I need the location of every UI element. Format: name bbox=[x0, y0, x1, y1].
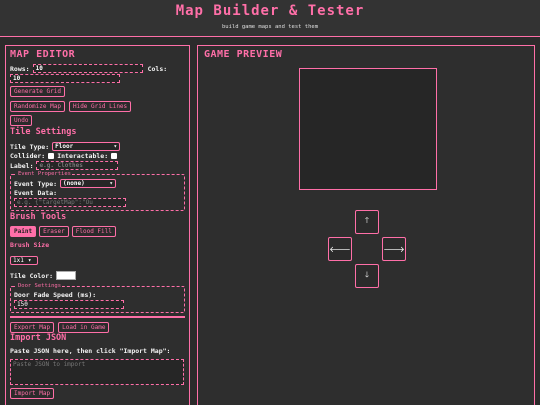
move-down-button[interactable]: 🡓 bbox=[355, 264, 379, 288]
event-type-value: (none) bbox=[63, 180, 85, 187]
game-canvas[interactable] bbox=[299, 68, 437, 190]
chevron-down-icon: ▾ bbox=[27, 257, 32, 264]
collider-label: Collider: bbox=[10, 152, 46, 160]
export-map-button[interactable]: Export Map bbox=[10, 322, 55, 333]
tile-color-picker[interactable] bbox=[56, 271, 77, 280]
brush-size-value: 1x1 bbox=[13, 257, 24, 264]
door-fade-speed-input[interactable]: 150 bbox=[14, 300, 124, 309]
arrow-left-icon: 🡐 bbox=[329, 245, 351, 254]
map-editor-panel: MAP EDITOR Rows: 10 Cols: 10 Generate Gr… bbox=[5, 45, 190, 405]
flood-fill-button[interactable]: Flood Fill bbox=[71, 226, 116, 237]
app-header: Map Builder & Tester build game maps and… bbox=[0, 0, 540, 37]
collider-checkbox[interactable] bbox=[48, 153, 55, 159]
eraser-button[interactable]: Eraser bbox=[39, 226, 69, 237]
tile-color-label: Tile Color: bbox=[10, 271, 54, 280]
move-up-button[interactable]: 🡑 bbox=[355, 210, 379, 234]
event-type-label: Event Type: bbox=[14, 179, 58, 188]
paint-button[interactable]: Paint bbox=[10, 226, 37, 237]
cols-label: Cols: bbox=[147, 64, 168, 73]
import-instructions: Paste JSON here, then click "Import Map"… bbox=[10, 347, 171, 355]
event-data-input[interactable]: e.g. {"targetMap":"Ou bbox=[14, 198, 126, 207]
import-json-textarea[interactable]: Paste JSON to import bbox=[10, 359, 184, 385]
arrow-down-icon: 🡓 bbox=[364, 270, 370, 279]
move-right-button[interactable]: 🡒 bbox=[382, 237, 406, 261]
door-fade-speed-label: Door Fade Speed (ms): bbox=[14, 291, 97, 299]
app-title: Map Builder & Tester bbox=[175, 3, 365, 19]
arrow-up-icon: 🡑 bbox=[364, 216, 370, 225]
move-left-button[interactable]: 🡐 bbox=[328, 237, 352, 261]
section-divider bbox=[10, 316, 185, 318]
interactable-label: Interactable: bbox=[57, 152, 109, 160]
randomize-map-button[interactable]: Randomize Map bbox=[10, 101, 65, 112]
door-settings-fieldset: Door Settings Door Fade Speed (ms): 150 bbox=[10, 283, 185, 313]
brush-size-title: Brush Size bbox=[10, 241, 50, 249]
tile-label-label: Label: bbox=[10, 161, 34, 170]
door-settings-legend: Door Settings bbox=[17, 283, 63, 289]
chevron-down-icon: ▾ bbox=[109, 180, 114, 187]
editor-title: MAP EDITOR bbox=[10, 49, 76, 60]
game-preview-panel: GAME PREVIEW 🡑 🡐 🡒 🡓 bbox=[197, 45, 535, 405]
undo-button[interactable]: Undo bbox=[10, 115, 33, 126]
hide-grid-lines-button[interactable]: Hide Grid Lines bbox=[68, 101, 132, 112]
generate-grid-button[interactable]: Generate Grid bbox=[10, 86, 65, 97]
rows-label: Rows: bbox=[10, 64, 30, 73]
cols-input[interactable]: 10 bbox=[10, 74, 120, 83]
event-properties-legend: Event Properties bbox=[17, 171, 72, 177]
import-map-button[interactable]: Import Map bbox=[10, 388, 55, 399]
tile-settings-title: Tile Settings bbox=[10, 127, 77, 137]
brush-tools-title: Brush Tools bbox=[10, 212, 67, 222]
import-json-title: Import JSON bbox=[10, 333, 67, 343]
preview-title: GAME PREVIEW bbox=[204, 49, 283, 60]
app-subtitle: build game maps and test them bbox=[221, 24, 319, 30]
tile-type-label: Tile Type: bbox=[10, 142, 50, 151]
interactable-checkbox[interactable] bbox=[111, 153, 118, 159]
tile-label-input[interactable]: e.g. Clothes bbox=[36, 161, 119, 170]
chevron-down-icon: ▾ bbox=[113, 143, 118, 150]
load-in-game-button[interactable]: Load in Game bbox=[58, 322, 110, 333]
event-properties-fieldset: Event Properties Event Type: (none) ▾ Ev… bbox=[10, 171, 185, 211]
rows-input[interactable]: 10 bbox=[32, 64, 143, 73]
brush-size-select[interactable]: 1x1 ▾ bbox=[10, 256, 38, 265]
tile-type-value: Floor bbox=[55, 143, 74, 150]
import-json-placeholder: Paste JSON to import bbox=[13, 361, 86, 368]
tile-type-select[interactable]: Floor ▾ bbox=[52, 142, 121, 151]
event-type-select[interactable]: (none) ▾ bbox=[60, 179, 117, 188]
arrow-right-icon: 🡒 bbox=[383, 245, 405, 254]
event-data-label: Event Data: bbox=[14, 189, 58, 197]
